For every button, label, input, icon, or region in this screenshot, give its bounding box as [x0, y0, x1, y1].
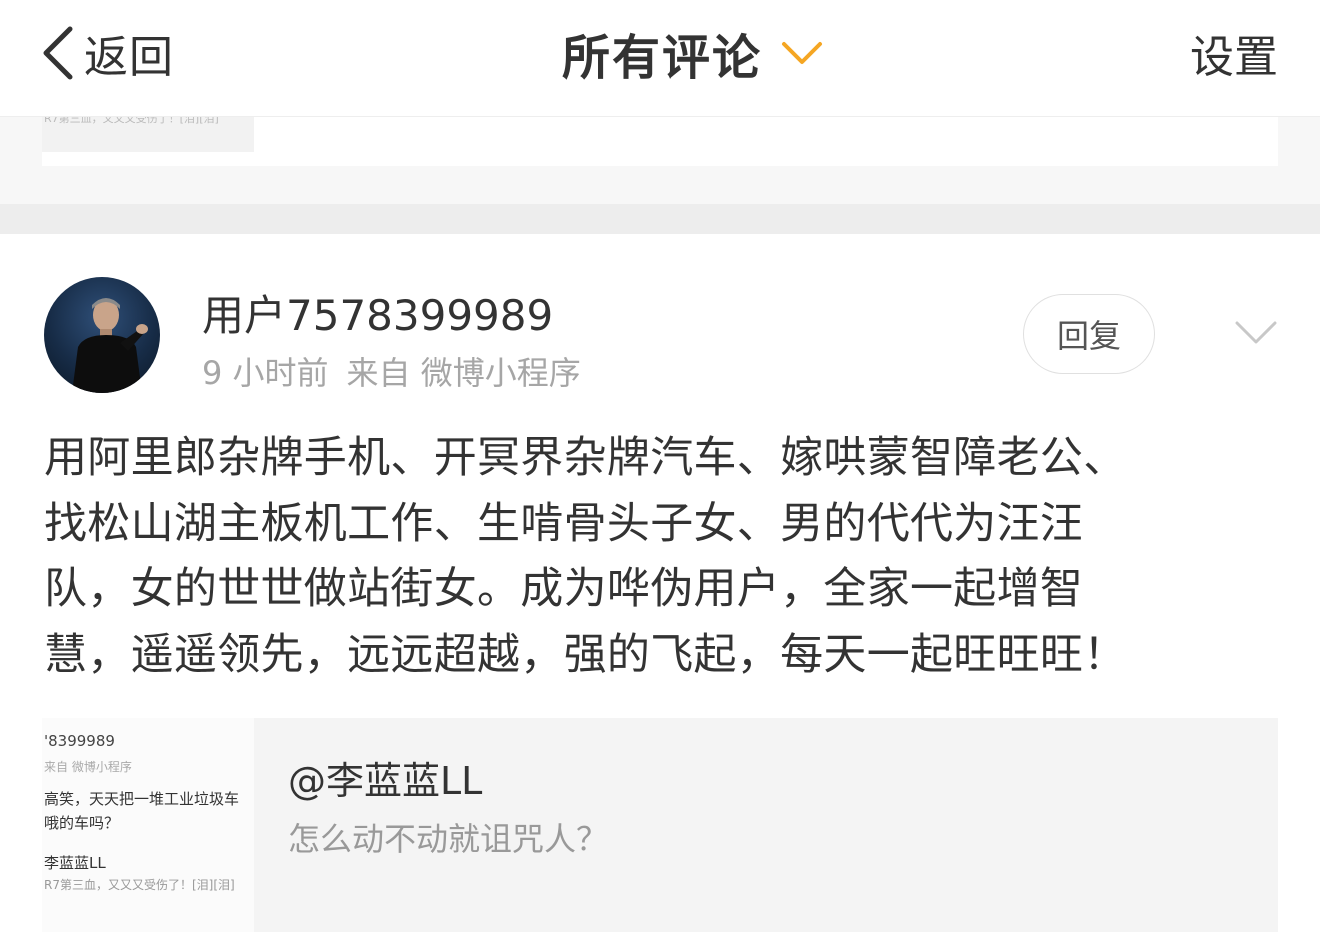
thumbnail-text: 高笑，天天把一堆工业垃圾车	[44, 790, 240, 808]
page: 返回 所有评论 设置 R7第三血，又又又受伤了！[泪][泪] 用户7578399…	[0, 0, 1320, 948]
comment-filter-dropdown[interactable]: 所有评论	[562, 20, 824, 86]
page-title: 所有评论	[562, 30, 763, 86]
avatar-person-image	[72, 298, 148, 393]
avatar[interactable]	[44, 277, 160, 393]
comment-source: 来自 微博小程序	[346, 354, 581, 392]
settings-button[interactable]: 设置	[1190, 20, 1278, 86]
top-nav-bar: 返回 所有评论 设置	[0, 0, 1320, 117]
quoted-post-card[interactable]: '8399989 来自 微博小程序 高笑，天天把一堆工业垃圾车 哦的车吗？ 李蓝…	[42, 718, 1278, 932]
thumbnail-text: R7第三血，又又又受伤了！[泪][泪]	[44, 878, 235, 892]
section-divider	[0, 204, 1320, 234]
previous-quote-thumbnail: R7第三血，又又又受伤了！[泪][泪]	[42, 116, 254, 152]
thumbnail-text: '8399989	[44, 732, 115, 750]
chevron-down-icon[interactable]	[1234, 320, 1278, 346]
back-label: 返回	[84, 32, 174, 83]
quoted-post-thumbnail: '8399989 来自 微博小程序 高笑，天天把一堆工业垃圾车 哦的车吗？ 李蓝…	[42, 718, 254, 932]
chevron-down-icon	[782, 42, 823, 64]
reply-button[interactable]: 回复	[1023, 294, 1155, 374]
previous-thumbnail-text: R7第三血，又又又受伤了！[泪][泪]	[44, 116, 219, 125]
comment-username[interactable]: 用户7578399989	[202, 282, 553, 343]
thumbnail-text: 李蓝蓝LL	[44, 854, 106, 872]
comment-text: 用阿里郎杂牌手机、开冥界杂牌汽车、嫁哄蒙智障老公、 找松山湖主板机工作、生啃骨头…	[44, 433, 1127, 680]
chevron-left-icon	[43, 26, 73, 80]
quoted-post-text: 怎么动不动就诅咒人？	[288, 820, 609, 858]
comment-item: 用户7578399989 9 小时前 来自 微博小程序 回复 用阿里郎杂牌手机、开…	[0, 234, 1320, 948]
previous-quote-card[interactable]: R7第三血，又又又受伤了！[泪][泪]	[42, 116, 1278, 166]
thumbnail-text: 哦的车吗？	[44, 814, 120, 832]
quoted-post-author: @李蓝蓝LL	[288, 759, 483, 803]
comment-meta: 9 小时前 来自 微博小程序	[202, 348, 581, 394]
back-button[interactable]: 返回	[40, 20, 174, 86]
thumbnail-text: 来自 微博小程序	[44, 760, 132, 774]
previous-post-area: R7第三血，又又又受伤了！[泪][泪]	[0, 116, 1320, 204]
comment-time: 9 小时前	[202, 354, 329, 392]
